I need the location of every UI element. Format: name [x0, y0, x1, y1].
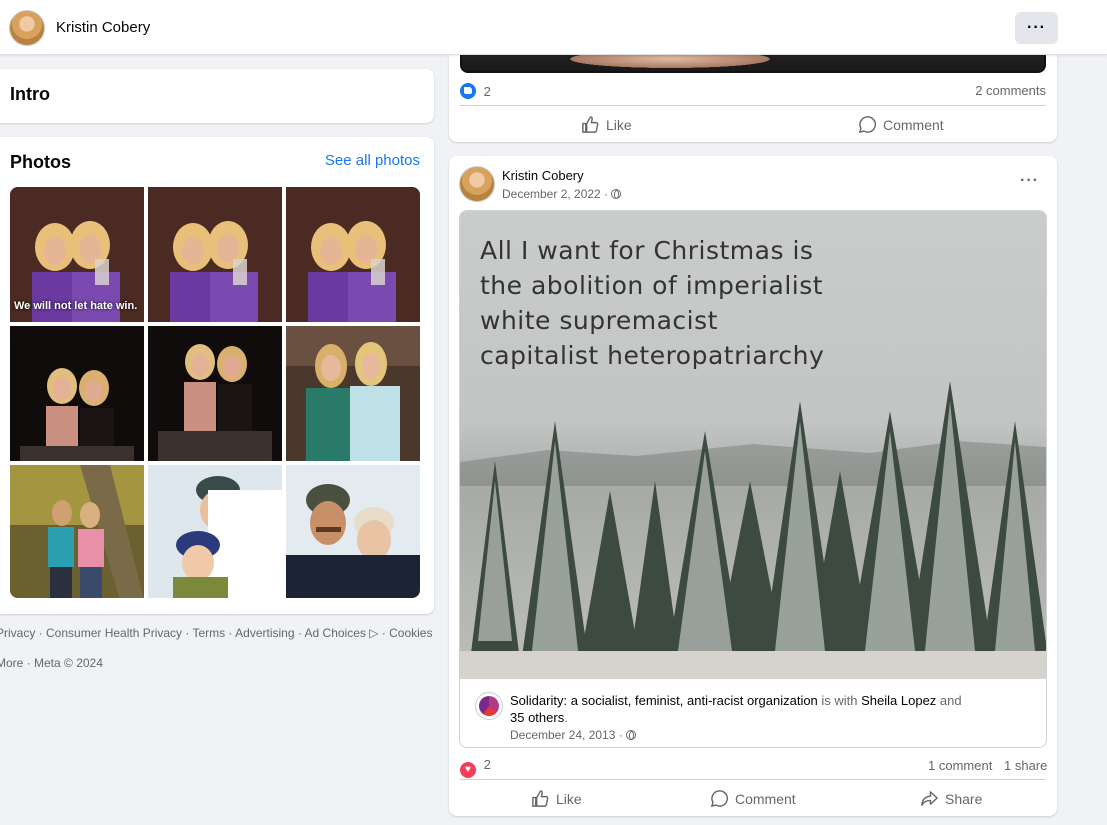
- comments-count[interactable]: 1 comment: [928, 758, 992, 773]
- profile-avatar[interactable]: [9, 10, 45, 46]
- post-author[interactable]: Kristin Cobery: [502, 168, 584, 183]
- like-icon: [532, 790, 549, 807]
- footer-links[interactable]: Privacy · Consumer Health Privacy · Term…: [0, 626, 436, 671]
- reaction-summary[interactable]: ♥ 2: [460, 757, 491, 778]
- comment-label: Comment: [883, 116, 944, 133]
- like-button[interactable]: Like: [531, 789, 582, 808]
- photo-thumbnail-6[interactable]: [286, 326, 420, 461]
- others-link[interactable]: 35 others: [510, 710, 564, 725]
- shared-post-attribution: Solidarity: a socialist, feminist, anti-…: [510, 692, 1010, 726]
- photo-8-image: [148, 465, 282, 598]
- quote-line-2: the abolition of imperialist: [480, 271, 824, 300]
- like-icon: [582, 116, 599, 133]
- footer-line-1[interactable]: Privacy · Consumer Health Privacy · Term…: [0, 626, 436, 656]
- shared-post-date[interactable]: December 24, 2013 ·: [510, 728, 637, 742]
- shared-post-meta: Solidarity: a socialist, feminist, anti-…: [460, 679, 1046, 747]
- shares-count[interactable]: 1 share: [1004, 758, 1047, 773]
- shared-date-text: December 24, 2013 ·: [510, 728, 623, 742]
- reaction-count: 2: [483, 84, 491, 99]
- profile-name[interactable]: Kristin Cobery: [56, 19, 150, 36]
- intro-card: Intro: [0, 69, 434, 123]
- others-tail: .: [564, 710, 568, 725]
- photo-1-caption: We will not let hate win.: [14, 300, 138, 312]
- love-reaction-icon: ♥: [460, 762, 476, 778]
- photo-thumbnail-4[interactable]: [10, 326, 144, 461]
- comment-button[interactable]: Comment: [858, 115, 944, 134]
- comment-icon: [710, 790, 728, 808]
- shared-post[interactable]: All I want for Christmas is the abolitio…: [459, 210, 1047, 748]
- photo-7-image: [10, 465, 144, 598]
- image-quote-text: All I want for Christmas is the abolitio…: [480, 233, 824, 373]
- photo-6-image: [286, 326, 420, 461]
- public-globe-icon: [611, 189, 622, 199]
- post: Kristin Cobery December 2, 2022 · ··· Al…: [449, 156, 1057, 816]
- photo-thumbnail-9[interactable]: [286, 465, 420, 598]
- footer-line-2[interactable]: More · Meta © 2024: [0, 656, 436, 671]
- like-reaction-icon: [460, 83, 476, 99]
- photo-grid: We will not let hate win.: [10, 187, 420, 598]
- reaction-count: 2: [483, 757, 491, 772]
- post-date[interactable]: December 2, 2022 ·: [502, 187, 622, 201]
- reaction-summary[interactable]: 2: [460, 83, 491, 99]
- photo-thumbnail-2[interactable]: [148, 187, 282, 322]
- organization-logo[interactable]: [475, 692, 503, 720]
- photo-9-image: [286, 465, 420, 598]
- photo-thumbnail-3[interactable]: [286, 187, 420, 322]
- post-options-button[interactable]: ···: [1020, 172, 1039, 190]
- photos-title[interactable]: Photos: [10, 152, 71, 173]
- like-label: Like: [606, 116, 632, 133]
- like-button[interactable]: Like: [581, 115, 632, 134]
- organization-name-link[interactable]: Solidarity: a socialist, feminist, anti-…: [510, 693, 818, 708]
- share-icon: [921, 791, 938, 806]
- like-label: Like: [556, 790, 582, 807]
- previous-post: 2 2 comments Like Comment: [449, 40, 1057, 142]
- profile-header-bar: Kristin Cobery ···: [0, 0, 1107, 55]
- photo-4-image: [10, 326, 144, 461]
- author-avatar[interactable]: [459, 166, 495, 202]
- comment-label: Comment: [735, 790, 796, 807]
- photo-5-image: [148, 326, 282, 461]
- comment-icon: [858, 116, 876, 134]
- post-date-text: December 2, 2022 ·: [502, 187, 609, 201]
- quote-line-3: white supremacist: [480, 306, 718, 335]
- photo-thumbnail-7[interactable]: [10, 465, 144, 598]
- photo-thumbnail-1[interactable]: We will not let hate win.: [10, 187, 144, 322]
- is-with-text: is with: [817, 693, 862, 708]
- photo-thumbnail-5[interactable]: [148, 326, 282, 461]
- photo-2-image: [148, 187, 282, 322]
- comments-count[interactable]: 2 comments: [975, 83, 1046, 98]
- and-text: and: [936, 693, 962, 708]
- divider: [460, 779, 1046, 780]
- more-options-button[interactable]: ···: [1015, 12, 1058, 44]
- quote-line-4: capitalist heteropatriarchy: [480, 341, 825, 370]
- share-label: Share: [945, 790, 983, 807]
- snowy-trees-image: [460, 381, 1046, 679]
- tagged-person-link[interactable]: Sheila Lopez: [861, 693, 936, 708]
- quote-line-1: All I want for Christmas is: [480, 236, 814, 265]
- share-button[interactable]: Share: [920, 789, 982, 808]
- comment-button[interactable]: Comment: [710, 789, 796, 808]
- photos-card: Photos See all photos We will not let ha…: [0, 137, 434, 614]
- intro-title: Intro: [10, 84, 50, 104]
- see-all-photos-link[interactable]: See all photos: [325, 152, 420, 169]
- photo-3-image: [286, 187, 420, 322]
- divider: [460, 105, 1046, 106]
- photo-thumbnail-8[interactable]: [148, 465, 282, 598]
- shared-post-image[interactable]: All I want for Christmas is the abolitio…: [460, 211, 1046, 679]
- public-globe-icon: [626, 730, 637, 740]
